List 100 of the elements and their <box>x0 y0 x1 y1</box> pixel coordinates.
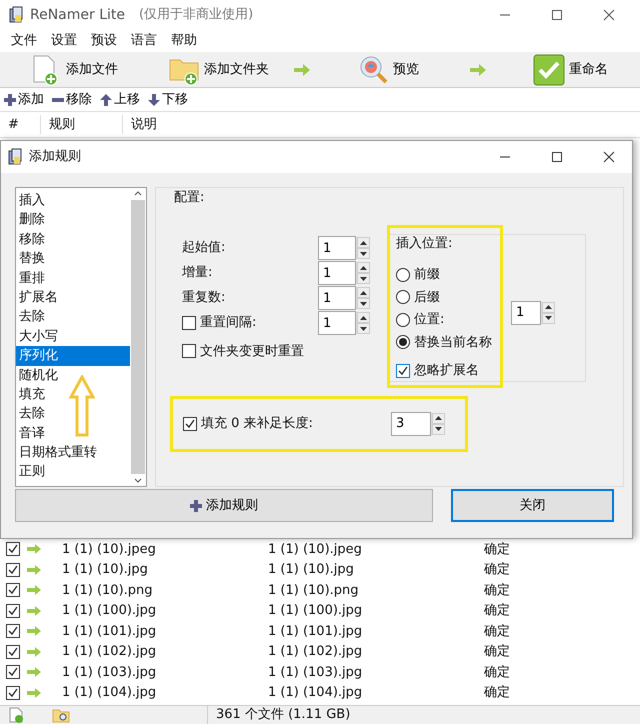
menu-item[interactable]: 帮助 <box>164 31 204 51</box>
plus-icon <box>4 94 16 106</box>
group-label: 插入位置: <box>396 234 454 252</box>
spin-field[interactable]: 1 <box>318 311 356 335</box>
rule-toolbar-button[interactable]: 上移 <box>100 90 140 110</box>
checkbox[interactable] <box>6 604 20 618</box>
down-triangle-icon <box>360 326 367 330</box>
list-item[interactable]: 重排 <box>16 268 130 288</box>
menu-item[interactable]: 设置 <box>44 31 84 51</box>
file-name: 1 (1) (100).jpg <box>61 602 158 620</box>
toolbar-button[interactable]: 重命名 <box>533 54 608 86</box>
list-item[interactable]: 插入 <box>16 191 130 210</box>
list-item[interactable]: 正则 <box>16 462 130 482</box>
radio-label: 位置: <box>414 311 444 329</box>
checkbox[interactable] <box>6 562 20 577</box>
spin-up-button[interactable] <box>357 262 370 273</box>
check-icon <box>8 626 18 636</box>
checkbox[interactable] <box>6 644 20 659</box>
rule-toolbar-button[interactable]: 下移 <box>148 90 188 110</box>
list-item[interactable]: 大小写 <box>16 326 130 346</box>
checkbox[interactable] <box>6 686 20 700</box>
check-icon <box>8 544 18 554</box>
list-item[interactable]: 去除 <box>16 307 130 327</box>
down-triangle-icon <box>360 276 367 280</box>
list-item[interactable]: 移除 <box>16 230 130 250</box>
spin-field[interactable]: 1 <box>318 261 356 285</box>
file-name: 1 (1) (103).jpg <box>61 664 158 682</box>
arrow-up-icon <box>100 94 112 106</box>
spin-up-button[interactable] <box>542 302 555 312</box>
spin-down-button[interactable] <box>357 248 370 259</box>
rule-toolbar-button[interactable]: 添加 <box>4 90 44 110</box>
radio-button[interactable] <box>396 290 410 304</box>
down-triangle-icon <box>435 427 442 431</box>
radio-button[interactable] <box>396 268 410 282</box>
file-status: 确定 <box>484 561 511 579</box>
menu-item[interactable]: 预设 <box>84 31 124 51</box>
file-name: 1 (1) (104).jpg <box>61 684 158 702</box>
spin-up-button[interactable] <box>357 237 370 248</box>
column-header: 说明 <box>122 114 222 134</box>
radio-button[interactable] <box>396 335 410 350</box>
document-add-icon <box>8 707 24 723</box>
close-dialog-button[interactable]: 关闭 <box>451 489 614 522</box>
spin-down-button[interactable] <box>357 298 370 309</box>
spin-down-button[interactable] <box>542 312 555 324</box>
spin-up-button[interactable] <box>357 312 370 323</box>
list-item[interactable]: 去除 <box>16 404 130 424</box>
up-triangle-icon <box>360 266 367 270</box>
radio-label: 替换当前名称 <box>414 334 492 352</box>
radio-button[interactable] <box>396 312 410 327</box>
arrow-right-icon <box>26 625 42 638</box>
list-item[interactable]: 扩展名 <box>16 288 130 308</box>
new-file-name: 1 (1) (102).jpg <box>267 643 364 661</box>
checkbox[interactable] <box>396 364 410 378</box>
menu-item[interactable]: 文件 <box>4 31 44 51</box>
new-file-name: 1 (1) (10).jpg <box>267 561 355 579</box>
check-icon <box>8 688 18 698</box>
spin-up-button[interactable] <box>357 287 370 298</box>
spin-down-button[interactable] <box>432 424 445 434</box>
add-rule-button[interactable]: 添加规则 <box>15 489 433 522</box>
spin-field[interactable]: 3 <box>391 412 431 436</box>
arrow-right-icon <box>26 543 42 556</box>
status-text: 361 个文件 (1.11 GB) <box>207 705 350 724</box>
checkbox[interactable] <box>183 416 197 430</box>
spin-up-button[interactable] <box>432 412 445 424</box>
annotation-arrow-icon <box>69 375 95 437</box>
checkmark-icon <box>533 54 565 86</box>
checkbox[interactable] <box>6 583 20 598</box>
toolbar-button[interactable]: 添加文件 <box>30 54 118 86</box>
spin-field[interactable]: 1 <box>318 236 356 260</box>
column-header: 规则 <box>40 114 122 134</box>
spin-down-button[interactable] <box>357 323 370 334</box>
maximize-icon <box>551 151 563 163</box>
checkbox[interactable] <box>6 624 20 638</box>
list-item[interactable]: 日期格式重转 <box>16 443 130 462</box>
close-icon <box>603 9 615 21</box>
list-item[interactable]: 随机化 <box>16 366 130 385</box>
checkbox[interactable] <box>182 316 196 330</box>
checkbox[interactable] <box>6 542 20 556</box>
list-item[interactable]: 删除 <box>16 210 130 230</box>
rule-toolbar-button[interactable]: 移除 <box>52 90 92 110</box>
field-label: 重复数: <box>182 289 226 308</box>
spin-down-button[interactable] <box>357 273 370 284</box>
list-item[interactable]: 序列化 <box>16 346 130 366</box>
checkbox[interactable] <box>182 344 196 358</box>
scrollbar-thumb[interactable] <box>131 200 145 474</box>
file-name: 1 (1) (10).jpg <box>61 561 149 579</box>
checkbox[interactable] <box>6 665 20 680</box>
spin-field[interactable]: 1 <box>318 286 356 310</box>
spin-field[interactable]: 1 <box>511 300 541 324</box>
list-item[interactable]: 音译 <box>16 424 130 444</box>
toolbar-button[interactable]: 预览 <box>357 54 419 86</box>
check-icon <box>8 585 18 596</box>
toolbar-button[interactable]: 添加文件夹 <box>168 54 269 86</box>
radio-dot-icon <box>399 338 407 346</box>
checkbox-label: 填充 0 来补足长度: <box>201 414 313 433</box>
list-item[interactable]: 替换 <box>16 249 130 269</box>
menu-item[interactable]: 语言 <box>124 31 164 51</box>
rule-list[interactable]: 插入 删除 移除 替换 重排 扩展名 去除 大小写 序列化 随机化 填充 去除 音译 日期格式重转 正则 <box>15 187 147 487</box>
list-item[interactable]: 填充 <box>16 384 130 404</box>
down-triangle-icon <box>360 302 367 306</box>
